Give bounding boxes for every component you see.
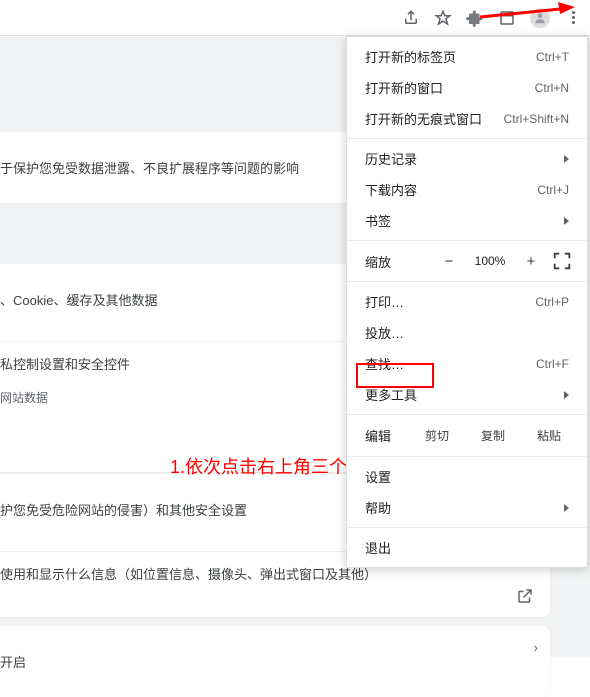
menu-print[interactable]: 打印… Ctrl+P [347,286,587,317]
menu-label: 更多工具 [365,385,417,404]
submenu-arrow-icon [564,391,569,399]
menu-shortcut: Ctrl+J [537,183,569,197]
zoom-out-button[interactable]: − [437,249,461,273]
browser-toolbar [0,0,590,36]
chevron-right-icon: › [534,640,538,655]
menu-new-window[interactable]: 打开新的窗口 Ctrl+N [347,72,587,103]
menu-zoom-row: 缩放 − 100% + [347,245,587,277]
browser-main-menu: 打开新的标签页 Ctrl+T 打开新的窗口 Ctrl+N 打开新的无痕式窗口 C… [346,36,588,568]
menu-new-tab[interactable]: 打开新的标签页 Ctrl+T [347,41,587,72]
menu-label: 编辑 [365,426,391,445]
menu-help[interactable]: 帮助 [347,492,587,523]
menu-shortcut: Ctrl+P [535,295,569,309]
menu-history[interactable]: 历史记录 [347,143,587,174]
menu-label: 帮助 [365,498,391,517]
edit-copy[interactable]: 复制 [465,423,521,448]
menu-label: 查找… [365,354,404,373]
menu-downloads[interactable]: 下载内容 Ctrl+J [347,174,587,205]
menu-separator [347,414,587,415]
menu-edit-row: 编辑 剪切 复制 粘贴 [347,419,587,452]
submenu-arrow-icon [564,504,569,512]
menu-settings[interactable]: 设置 [347,461,587,492]
menu-separator [347,281,587,282]
menu-label: 退出 [365,538,391,557]
menu-label: 打开新的无痕式窗口 [365,109,482,128]
profile-avatar[interactable] [530,8,550,28]
menu-find[interactable]: 查找… Ctrl+F [347,348,587,379]
menu-label: 打开新的窗口 [365,78,443,97]
edit-cut[interactable]: 剪切 [409,423,465,448]
menu-label: 设置 [365,467,391,486]
extensions-icon[interactable] [466,9,484,27]
share-icon[interactable] [402,9,420,27]
menu-separator [347,527,587,528]
menu-new-incognito[interactable]: 打开新的无痕式窗口 Ctrl+Shift+N [347,103,587,134]
submenu-arrow-icon [564,155,569,163]
fullscreen-icon[interactable] [551,250,573,272]
menu-bookmarks[interactable]: 书签 [347,205,587,236]
menu-shortcut: Ctrl+N [535,81,569,95]
zoom-percent: 100% [467,254,513,268]
menu-label: 下载内容 [365,180,417,199]
menu-exit[interactable]: 退出 [347,532,587,563]
menu-label: 打印… [365,292,404,311]
menu-shortcut: Ctrl+Shift+N [504,112,569,126]
submenu-arrow-icon [564,217,569,225]
kebab-menu-icon[interactable] [564,9,582,27]
menu-label: 投放… [365,323,404,342]
menu-shortcut: Ctrl+T [536,50,569,64]
reading-list-icon[interactable] [498,9,516,27]
menu-label: 历史记录 [365,149,417,168]
menu-cast[interactable]: 投放… [347,317,587,348]
menu-separator [347,240,587,241]
menu-separator [347,138,587,139]
menu-separator [347,456,587,457]
edit-paste[interactable]: 粘贴 [521,423,577,448]
menu-more-tools[interactable]: 更多工具 [347,379,587,410]
menu-label: 书签 [365,211,391,230]
menu-label: 打开新的标签页 [365,47,456,66]
zoom-in-button[interactable]: + [519,249,543,273]
star-icon[interactable] [434,9,452,27]
open-external-icon[interactable] [516,587,534,605]
card-text: 开启 [0,640,550,683]
menu-shortcut: Ctrl+F [536,357,569,371]
menu-label: 缩放 [365,252,391,271]
